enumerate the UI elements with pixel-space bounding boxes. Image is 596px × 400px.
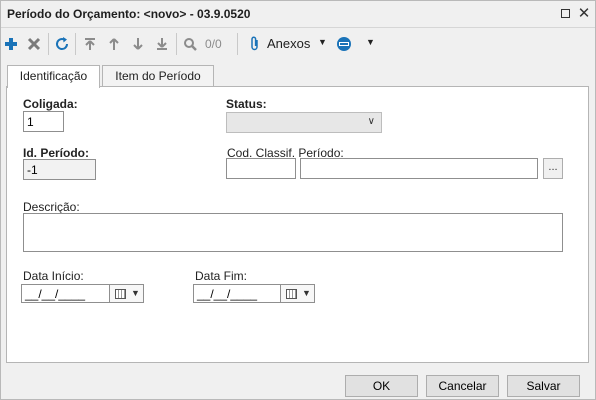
- maximize-button[interactable]: [557, 6, 573, 22]
- window-menu-icon[interactable]: [335, 35, 353, 53]
- last-record-icon[interactable]: [153, 35, 171, 53]
- data-fim-calendar-button[interactable]: ▼: [281, 284, 315, 303]
- coligada-field[interactable]: 1: [23, 111, 64, 132]
- chevron-down-icon: ▼: [131, 288, 140, 298]
- cod-classif-code-field[interactable]: [226, 158, 296, 179]
- id-periodo-label: Id. Período:: [23, 146, 89, 160]
- data-fim-label: Data Fim:: [195, 269, 248, 283]
- window-menu-caret-icon[interactable]: ▼: [366, 37, 375, 47]
- data-inicio-field[interactable]: __/__/____: [21, 284, 110, 303]
- maximize-icon: [560, 9, 570, 18]
- paperclip-icon[interactable]: [246, 35, 264, 53]
- data-fim-field[interactable]: __/__/____: [193, 284, 281, 303]
- calendar-icon: [286, 289, 297, 299]
- calendar-icon: [115, 289, 126, 299]
- dialog-window: Período do Orçamento: <novo> - 03.9.0520…: [0, 0, 596, 400]
- data-inicio-calendar-button[interactable]: ▼: [110, 284, 144, 303]
- chevron-down-icon: ▼: [302, 288, 311, 298]
- toolbar: 0/0 Anexos ▼ ▼: [1, 29, 595, 59]
- cod-classif-lookup-button[interactable]: ...: [543, 158, 563, 179]
- record-count: 0/0: [205, 37, 222, 51]
- window-title: Período do Orçamento: <novo> - 03.9.0520: [7, 7, 251, 21]
- cod-classif-description-field[interactable]: [300, 158, 538, 179]
- save-button[interactable]: Salvar: [507, 375, 580, 397]
- previous-record-icon[interactable]: [105, 35, 123, 53]
- add-icon[interactable]: [2, 35, 20, 53]
- next-record-icon[interactable]: [129, 35, 147, 53]
- coligada-label: Coligada:: [23, 97, 78, 111]
- status-select[interactable]: ∨: [226, 112, 382, 133]
- first-record-icon[interactable]: [81, 35, 99, 53]
- search-icon[interactable]: [181, 35, 199, 53]
- ok-button[interactable]: OK: [345, 375, 418, 397]
- tab-item-do-periodo[interactable]: Item do Período: [102, 65, 214, 87]
- cancel-button[interactable]: Cancelar: [426, 375, 499, 397]
- attachments-caret-icon[interactable]: ▼: [318, 37, 327, 47]
- chevron-down-icon: ∨: [367, 116, 375, 127]
- descricao-textarea[interactable]: [23, 213, 563, 252]
- status-label: Status:: [226, 97, 267, 111]
- attachments-menu[interactable]: Anexos: [267, 36, 310, 51]
- refresh-icon[interactable]: [53, 35, 71, 53]
- data-inicio-label: Data Início:: [23, 269, 84, 283]
- title-bar: Período do Orçamento: <novo> - 03.9.0520…: [1, 1, 595, 28]
- delete-icon[interactable]: [25, 35, 43, 53]
- close-button[interactable]: ✕: [576, 6, 592, 22]
- tab-identificacao[interactable]: Identificação: [7, 65, 100, 88]
- descricao-label: Descrição:: [23, 200, 80, 214]
- id-periodo-field: -1: [23, 159, 96, 180]
